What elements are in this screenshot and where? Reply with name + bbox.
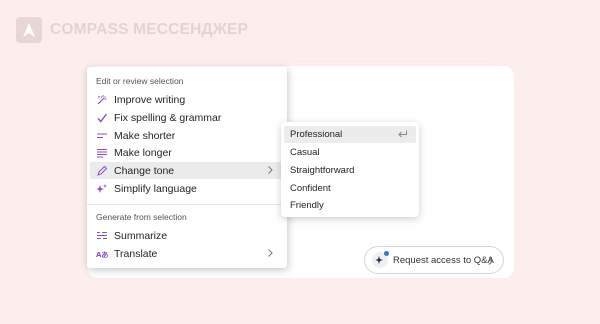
menu-item-label: Make longer [114, 146, 172, 159]
menu-item-label: Make shorter [114, 129, 176, 142]
request-access-label: Request access to Q&A [393, 254, 494, 266]
tone-option-casual[interactable]: Casual [284, 144, 416, 161]
brand-name: COMPASS МЕССЕНДЖЕР [50, 21, 249, 38]
menu-divider [87, 204, 287, 205]
chevron-right-icon [488, 257, 494, 265]
menu-item-translate[interactable]: Aあ Translate [90, 245, 284, 262]
sparkle-wand-icon [96, 94, 108, 106]
menu-item-change-tone[interactable]: Change tone [90, 162, 284, 179]
menu-item-label: Fix spelling & grammar [114, 111, 222, 124]
menu-item-fix-spelling[interactable]: Fix spelling & grammar [90, 109, 284, 126]
sparkles-icon [96, 183, 108, 195]
ai-sparkle-avatar-icon [372, 251, 389, 268]
tone-option-confident[interactable]: Confident [284, 180, 416, 197]
chevron-right-icon [268, 249, 273, 257]
menu-item-simplify-language[interactable]: Simplify language [90, 180, 284, 197]
summary-lines-icon [96, 230, 108, 242]
chevron-right-icon [268, 166, 273, 174]
menu-item-improve-writing[interactable]: Improve writing [90, 91, 284, 108]
menu-item-summarize[interactable]: Summarize [90, 227, 284, 244]
svg-text:Aあ: Aあ [96, 250, 108, 259]
menu-item-label: Improve writing [114, 93, 186, 106]
notification-dot [384, 251, 389, 256]
ai-context-menu: Edit or review selection Improve writing… [87, 67, 287, 268]
short-lines-icon [96, 130, 108, 142]
menu-item-make-shorter[interactable]: Make shorter [90, 127, 284, 144]
translate-icon: Aあ [96, 248, 108, 260]
menu-item-label: Summarize [114, 229, 168, 242]
long-lines-icon [96, 147, 108, 159]
enter-key-icon [398, 130, 407, 138]
menu-item-make-longer[interactable]: Make longer [90, 144, 284, 161]
tone-option-label: Straightforward [290, 165, 355, 176]
menu-item-label: Change tone [114, 164, 175, 177]
menu-item-label: Simplify language [114, 182, 197, 195]
tone-option-label: Confident [290, 183, 331, 194]
pen-icon [96, 165, 108, 177]
menu-item-label: Translate [114, 247, 158, 260]
compass-arrow-icon [16, 17, 42, 43]
tone-option-label: Casual [290, 147, 320, 158]
brand-logo: COMPASS МЕССЕНДЖЕР [16, 17, 248, 43]
tone-option-professional[interactable]: Professional [284, 126, 416, 143]
request-access-button[interactable]: Request access to Q&A [364, 246, 504, 274]
section-label-generate: Generate from selection [96, 212, 187, 222]
section-label-edit: Edit or review selection [96, 76, 184, 86]
checkmark-icon [96, 112, 108, 124]
tone-option-label: Professional [290, 129, 343, 140]
tone-option-straightforward[interactable]: Straightforward [284, 162, 416, 179]
tone-option-label: Friendly [290, 200, 324, 211]
tone-submenu: Professional Casual Straightforward Conf… [281, 122, 419, 217]
tone-option-friendly[interactable]: Friendly [284, 197, 416, 214]
